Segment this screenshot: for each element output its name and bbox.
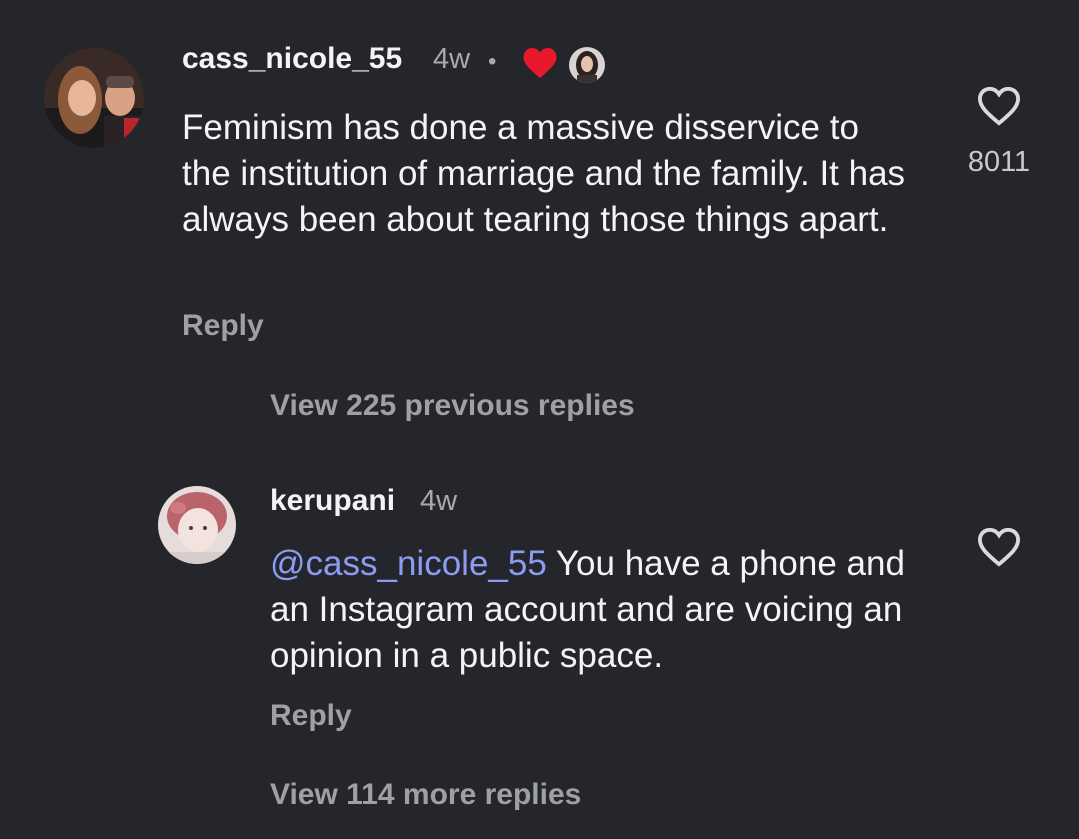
reply-text: @cass_nicole_55 You have a phone and an … [270,541,920,679]
red-heart-icon [522,46,558,85]
like-count: 8011 [967,146,1031,178]
view-more-replies-button[interactable]: View 114 more replies [270,778,581,812]
reply-username[interactable]: kerupani [270,484,395,518]
like-button[interactable] [976,85,1022,132]
avatar[interactable] [44,48,144,148]
heart-outline-icon [977,527,1021,567]
separator-dot: • [488,48,497,75]
creator-avatar-icon [567,45,607,85]
mention-link[interactable]: @cass_nicole_55 [270,544,547,583]
comment-text: Feminism has done a massive disservice t… [182,108,906,239]
reply-button[interactable]: Reply [182,309,264,343]
reply-like-button[interactable] [976,526,1022,573]
reply-timestamp: 4w [420,485,458,517]
comment-username[interactable]: cass_nicole_55 [182,42,402,76]
view-previous-replies-button[interactable]: View 225 previous replies [270,389,635,423]
reply-avatar[interactable] [158,486,236,564]
reply-reply-button[interactable]: Reply [270,699,352,733]
heart-outline-icon [977,86,1021,126]
comment-timestamp: 4w [433,43,471,75]
comment-thread: cass_nicole_55 4w • Feminism has done a … [0,0,1079,839]
